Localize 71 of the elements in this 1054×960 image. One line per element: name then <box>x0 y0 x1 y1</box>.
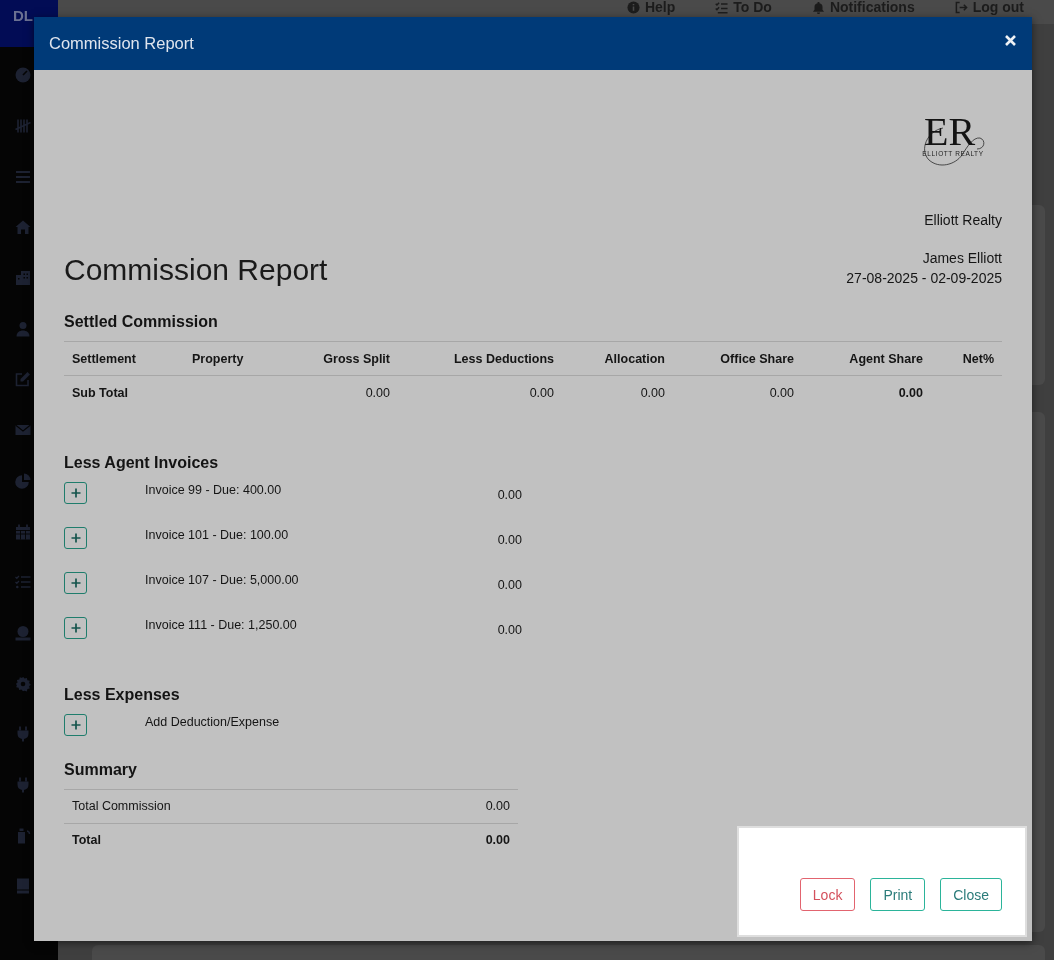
add-button[interactable] <box>64 481 87 504</box>
bell-icon <box>811 0 825 14</box>
add-button[interactable] <box>64 571 87 594</box>
plug-icon[interactable] <box>15 776 31 793</box>
plus-icon <box>70 577 81 588</box>
summary-value: 0.00 <box>399 789 518 823</box>
column-header: Allocation <box>562 341 673 376</box>
column-header: Agent Share <box>802 341 931 376</box>
pie-chart-icon[interactable] <box>15 472 31 489</box>
invoice-label: Invoice 107 - Due: 5,000.00 <box>145 571 299 588</box>
add-button[interactable] <box>64 616 87 639</box>
section-title: Less Expenses <box>64 684 180 705</box>
expense-label: Add Deduction/Expense <box>145 713 280 730</box>
app-logo[interactable]: DL <box>13 7 33 24</box>
invoice-amount: 0.00 <box>497 486 522 503</box>
column-header: Gross Split <box>284 341 398 376</box>
invoice-label: Invoice 101 - Due: 100.00 <box>145 526 289 543</box>
close-button[interactable] <box>1005 35 1016 46</box>
gauge-icon[interactable] <box>15 67 31 84</box>
coin-icon[interactable] <box>15 624 31 641</box>
table-cell: 0.00 <box>562 375 673 410</box>
footer-button[interactable]: Lock <box>799 878 856 911</box>
plus-icon <box>70 719 81 730</box>
plus-icon <box>70 487 81 498</box>
invoice-amount: 0.00 <box>497 621 522 638</box>
summary-label: Total <box>64 823 400 857</box>
section-title: Settled Commission <box>64 312 218 332</box>
add-button[interactable] <box>64 526 87 549</box>
close-icon <box>1005 35 1016 46</box>
bottle-icon[interactable] <box>15 827 31 844</box>
summary-value: 0.00 <box>399 823 518 857</box>
column-header: Net% <box>931 341 1002 376</box>
plus-icon <box>70 532 81 543</box>
table-cell: 0.00 <box>398 375 562 410</box>
table-cell: 0.00 <box>673 375 802 410</box>
agent-name: James Elliott <box>922 249 1002 268</box>
edit-icon[interactable] <box>15 371 31 388</box>
column-header: Less Deductions <box>398 341 562 376</box>
table-cell: Sub Total <box>64 375 184 410</box>
footer-button[interactable]: Close <box>940 878 1002 911</box>
list-icon[interactable] <box>15 574 31 591</box>
report-period: 27-08-2025 - 02-09-2025 <box>846 269 1002 288</box>
logout-icon <box>954 0 968 14</box>
modal-title: Commission Report <box>49 34 194 53</box>
building-icon[interactable] <box>15 270 31 287</box>
table-cell: 0.00 <box>802 375 931 410</box>
checklist-icon <box>715 0 729 14</box>
add-button[interactable] <box>64 713 87 736</box>
section-title: Less Agent Invoices <box>64 452 219 473</box>
menu-icon[interactable] <box>15 168 31 185</box>
invoice-label: Invoice 99 - Due: 400.00 <box>145 481 282 498</box>
column-header: Property <box>184 341 284 376</box>
user-icon[interactable] <box>15 320 31 337</box>
home-icon[interactable] <box>15 219 31 236</box>
book-icon[interactable] <box>15 878 31 895</box>
plug-icon[interactable] <box>15 726 31 743</box>
invoice-label: Invoice 111 - Due: 1,250.00 <box>145 616 297 633</box>
report-title: Commission Report <box>64 252 328 288</box>
tally-icon[interactable] <box>15 118 31 135</box>
plus-icon <box>70 622 81 633</box>
summary-label: Total Commission <box>64 789 400 823</box>
invoice-amount: 0.00 <box>497 576 522 593</box>
table-cell: 0.00 <box>284 375 398 410</box>
column-header: Office Share <box>673 341 802 376</box>
column-header: Settlement <box>64 341 184 376</box>
company-name: Elliott Realty <box>924 211 1002 229</box>
settings-icon[interactable] <box>15 675 31 692</box>
section-title: Summary <box>64 759 137 780</box>
calendar-icon[interactable] <box>15 523 31 540</box>
invoice-amount: 0.00 <box>497 531 522 548</box>
footer-button[interactable]: Print <box>870 878 926 911</box>
